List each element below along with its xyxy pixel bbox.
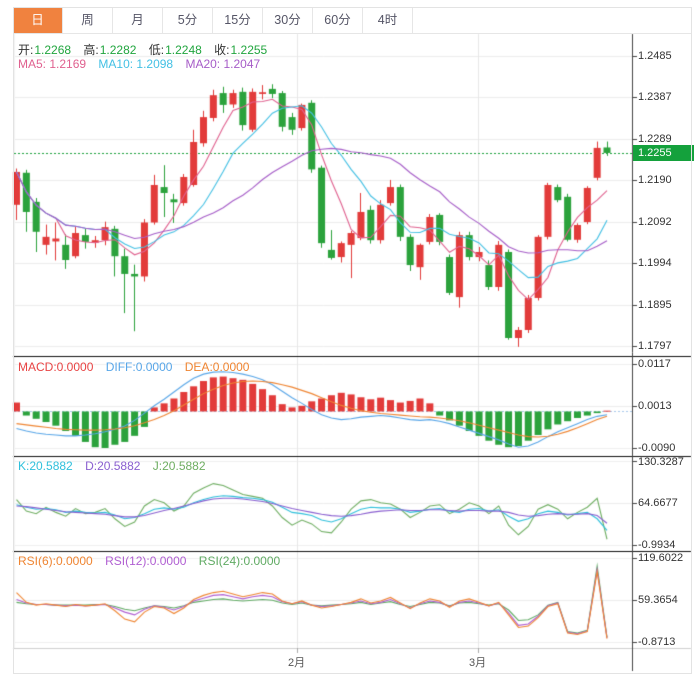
price-tick: 1.2190 [638,174,672,186]
rsi24-value: RSI(24):0.0000 [199,554,280,568]
k-value: K:20.5882 [18,459,73,473]
month-label-mar: 3月 [469,654,486,670]
price-tick: 1.1994 [638,257,672,269]
ma5-value: MA5: 1.2169 [18,57,86,71]
j-value: J:20.5882 [153,459,206,473]
price-tick: 1.2485 [638,50,672,62]
tab-weekly[interactable]: 周 [63,7,113,33]
period-tabbar: 日 周 月 5分 15分 30分 60分 4时 [13,7,691,34]
tab-15min[interactable]: 15分 [213,7,263,33]
price-tick: 1.2289 [638,133,672,145]
diff-value: DIFF:0.0000 [106,360,173,374]
macd-tick: 0.0117 [638,358,671,370]
rsi-tick: 119.6022 [638,552,683,564]
close-label: 收: [214,43,229,57]
rsi12-value: RSI(12):0.0000 [105,554,186,568]
low-label: 低: [149,43,164,57]
close-value: 1.2255 [231,43,268,57]
macd-tick: -0.0090 [638,442,675,454]
high-value: 1.2282 [100,43,137,57]
chart-canvas[interactable] [0,0,694,676]
d-value: D:20.5882 [85,459,140,473]
price-tick: 1.2387 [638,91,672,103]
dea-value: DEA:0.0000 [185,360,250,374]
price-tick: 1.2092 [638,216,672,228]
ma-readout: MA5: 1.2169 MA10: 1.2098 MA20: 1.2047 [18,57,269,71]
rsi6-value: RSI(6):0.0000 [18,554,93,568]
month-label-feb: 2月 [288,654,305,670]
ohlc-readout: 开:1.2268 高:1.2282 低:1.2248 收:1.2255 [18,41,276,58]
current-price-badge: 1.2255 [633,145,694,161]
tab-30min[interactable]: 30分 [263,7,313,33]
ma10-value: MA10: 1.2098 [98,57,173,71]
tab-60min[interactable]: 60分 [313,7,363,33]
kdj-tick: -0.9934 [638,539,675,551]
tab-monthly[interactable]: 月 [113,7,163,33]
macd-readout: MACD:0.0000 DIFF:0.0000 DEA:0.0000 [18,360,258,374]
rsi-readout: RSI(6):0.0000 RSI(12):0.0000 RSI(24):0.0… [18,554,289,568]
macd-value: MACD:0.0000 [18,360,93,374]
kdj-tick: 130.3287 [638,456,684,468]
rsi-tick: 59.3654 [638,594,678,606]
tab-5min[interactable]: 5分 [163,7,213,33]
kdj-readout: K:20.5882 D:20.5882 J:20.5882 [18,459,215,473]
open-value: 1.2268 [34,43,71,57]
price-tick: 1.1895 [638,299,672,311]
open-label: 开: [18,43,33,57]
tab-4hour[interactable]: 4时 [363,7,413,33]
kdj-tick: 64.6677 [638,497,678,509]
price-tick: 1.1797 [638,340,672,352]
low-value: 1.2248 [165,43,202,57]
trading-chart-widget: 日 周 月 5分 15分 30分 60分 4时 开:1.2268 高:1.228… [0,0,694,676]
ma20-value: MA20: 1.2047 [185,57,260,71]
rsi-tick: -0.8713 [638,636,675,648]
tab-daily[interactable]: 日 [13,7,63,33]
macd-tick: 0.0013 [638,400,672,412]
high-label: 高: [83,43,98,57]
